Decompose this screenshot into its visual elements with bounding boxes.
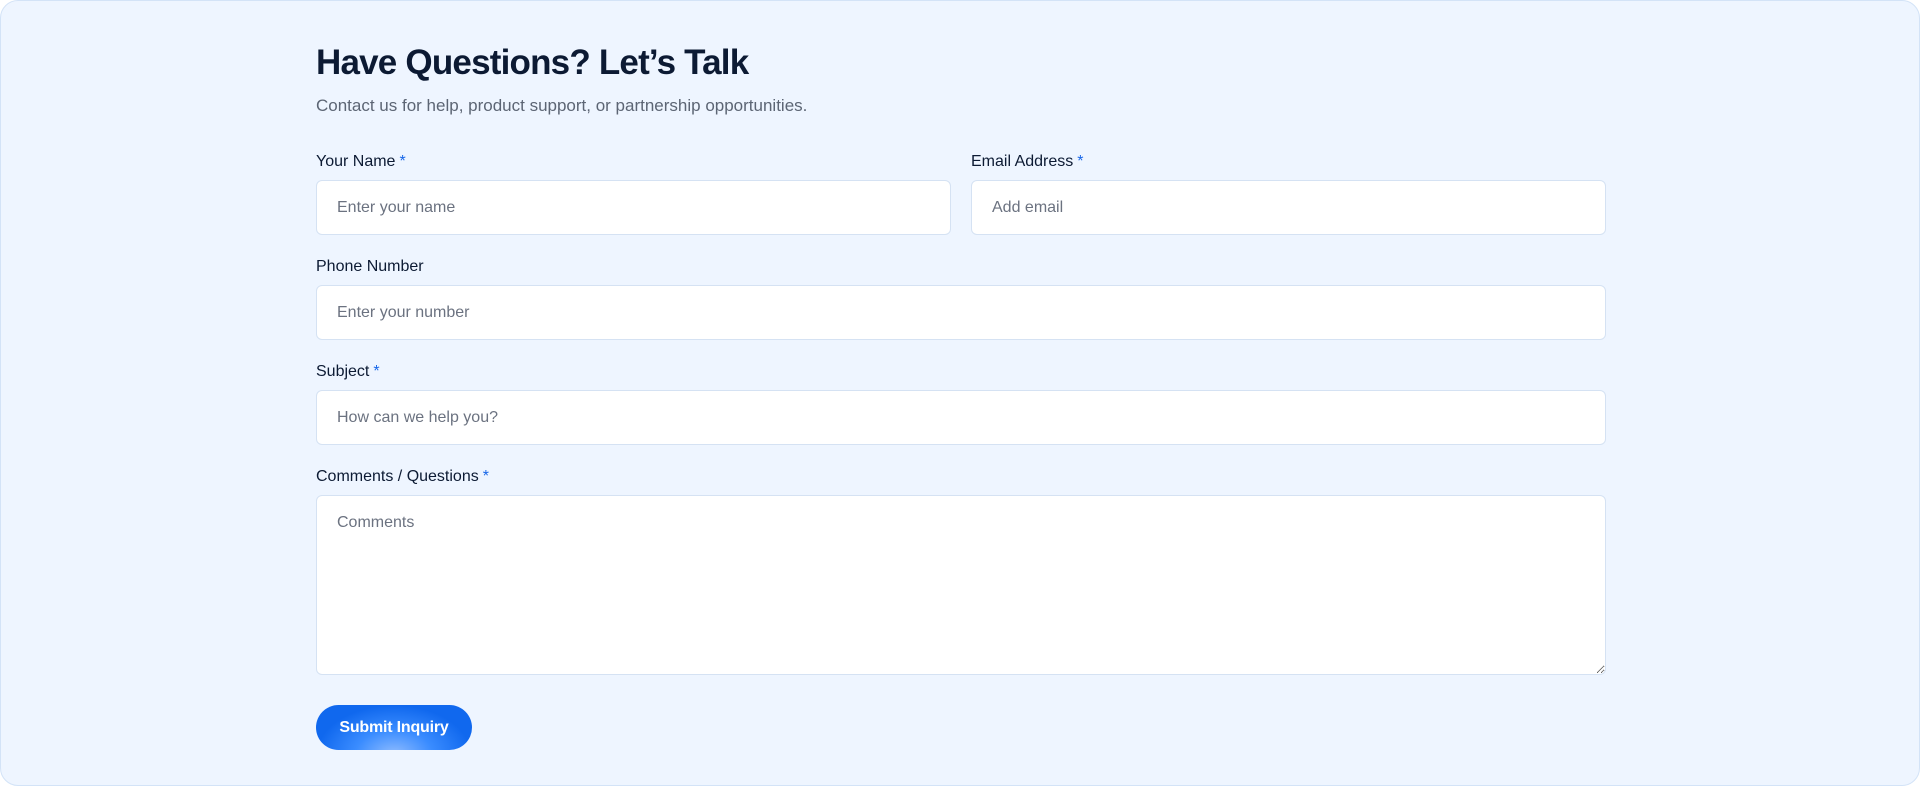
phone-input[interactable] <box>316 285 1606 340</box>
page-subtitle: Contact us for help, product support, or… <box>316 96 808 115</box>
comments-label: Comments / Questions * <box>316 467 1606 487</box>
phone-field-group: Phone Number <box>316 257 1606 340</box>
contact-card: Have Questions? Let’s Talk Contact us fo… <box>0 0 1920 786</box>
required-marker: * <box>399 153 406 170</box>
email-label: Email Address * <box>971 152 1606 172</box>
page-title: Have Questions? Let’s Talk <box>316 43 749 82</box>
subject-field-group: Subject * <box>316 362 1606 445</box>
name-email-row: Your Name* Email Address* <box>316 152 1606 235</box>
required-marker: * <box>482 468 489 485</box>
phone-label-text: Phone Number <box>316 258 424 275</box>
name-label-text: Your Name <box>316 153 396 170</box>
comments-field-group: Comments / Questions * <box>316 467 1606 675</box>
phone-label: Phone Number <box>316 257 1606 277</box>
contact-form-section: Have Questions? Let’s Talk Contact us fo… <box>316 41 1606 750</box>
required-marker: * <box>1077 153 1084 170</box>
email-input[interactable] <box>971 180 1606 235</box>
subject-label: Subject * <box>316 362 1606 382</box>
required-marker: * <box>373 363 380 380</box>
submit-inquiry-button[interactable]: Submit Inquiry <box>316 705 472 750</box>
name-input[interactable] <box>316 180 951 235</box>
subject-input[interactable] <box>316 390 1606 445</box>
comments-textarea[interactable] <box>316 495 1606 675</box>
subject-label-text: Subject <box>316 363 370 380</box>
email-field-group: Email Address * <box>971 152 1606 235</box>
name-label: Your Name * <box>316 152 951 172</box>
email-label-text: Email Address <box>971 153 1074 170</box>
contact-form: Your Name* Email Address* Phone Number <box>316 152 1606 750</box>
name-field-group: Your Name * <box>316 152 951 235</box>
comments-label-text: Comments / Questions <box>316 468 479 485</box>
